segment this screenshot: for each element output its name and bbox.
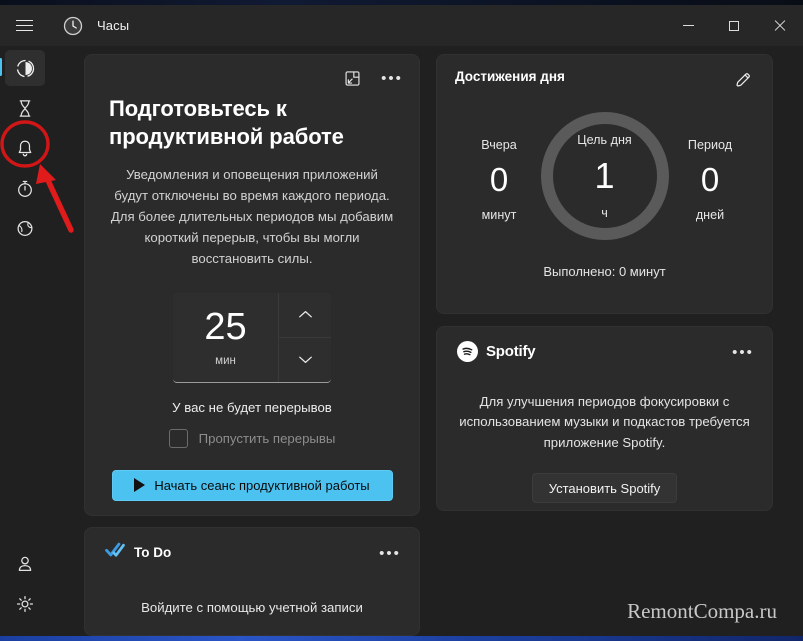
stat-yesterday-unit: минут [481, 208, 517, 222]
todo-checkmark-icon [105, 542, 125, 563]
spotify-overflow-dots: ••• [732, 343, 754, 361]
achievement-stats-row: Вчера 0 минут Цель дня 1 ч Период 0 дней [455, 110, 754, 242]
stopwatch-icon [15, 178, 35, 199]
stat-yesterday-label: Вчера [481, 138, 517, 152]
focus-overflow-dots: ••• [381, 69, 403, 87]
spotify-card: Spotify ••• Для улучшения периодов фокус… [436, 326, 773, 511]
hamburger-menu-icon[interactable] [0, 5, 48, 46]
todo-header: To Do [105, 542, 399, 563]
achievements-title: Достижения дня [455, 69, 565, 84]
stepper-buttons [279, 293, 331, 382]
skip-breaks-label: Пропустить перерывы [198, 430, 336, 446]
sidebar-item-stopwatch[interactable] [5, 170, 45, 206]
stat-streak-unit: дней [695, 208, 725, 222]
spotify-logo-icon [457, 341, 478, 362]
left-column: ••• Подготовьтесь к продуктивной работе … [84, 54, 420, 636]
sidebar-item-focus-sessions[interactable] [0, 50, 45, 86]
play-icon [134, 478, 146, 493]
globe-world-clock-icon [15, 218, 35, 239]
navigation-rail [0, 46, 50, 636]
sidebar-item-account[interactable] [5, 546, 45, 582]
start-focus-session-button[interactable]: Начать сеанс продуктивной работы [111, 469, 393, 501]
duration-stepper[interactable]: 25 мин [173, 292, 331, 383]
right-column: Достижения дня Вчера 0 минут Цель дня 1 … [436, 54, 773, 636]
stat-goal-value: 1 [594, 154, 615, 196]
sidebar-item-world-clock[interactable] [5, 210, 45, 246]
start-button-label: Начать сеанс продуктивной работы [154, 477, 370, 493]
sidebar-item-settings[interactable] [5, 586, 45, 622]
daily-goal-ring: Цель дня 1 ч [539, 110, 671, 242]
todo-title: To Do [134, 545, 172, 561]
todo-card: To Do ••• Войдите с помощью учетной запи… [84, 527, 420, 636]
more-options-icon[interactable]: ••• [377, 65, 407, 91]
skip-breaks-row[interactable]: Пропустить перерывы [109, 428, 395, 448]
title-bar: Часы [0, 5, 803, 46]
pencil-edit-icon[interactable] [728, 67, 758, 93]
maximize-button[interactable] [711, 5, 757, 46]
stat-goal-unit: ч [601, 205, 608, 220]
install-spotify-button[interactable]: Установить Spotify [531, 473, 678, 504]
desktop-bottom-strip [0, 636, 803, 641]
spotify-header: Spotify [457, 341, 752, 362]
spotify-brand: Spotify [486, 343, 536, 360]
spotify-more-options-icon[interactable]: ••• [728, 339, 758, 365]
person-account-icon [15, 554, 35, 574]
stat-streak-label: Период [687, 138, 733, 152]
todo-overflow-dots: ••• [379, 544, 401, 562]
sidebar-item-alarm[interactable] [5, 130, 45, 166]
sidebar-item-timer[interactable] [5, 90, 45, 126]
focus-card-actions: ••• [337, 65, 407, 91]
focus-card-description: Уведомления и оповещения приложений буду… [110, 167, 394, 266]
duration-unit: мин [215, 354, 236, 367]
todo-more-options-icon[interactable]: ••• [375, 540, 405, 566]
clock-app-window: Часы ••• Подготовьтесь к продуктивной ра… [0, 0, 803, 641]
spotify-button-wrapper: Установить Spotify [457, 453, 752, 504]
window-controls [665, 5, 803, 46]
stat-yesterday-value: 0 [489, 161, 509, 198]
focus-card-title: Подготовьтесь к продуктивной работе [109, 96, 344, 150]
achievements-completed-text: Выполнено: 0 минут [543, 264, 666, 279]
app-title: Часы [97, 18, 130, 33]
main-content: ••• Подготовьтесь к продуктивной работе … [50, 46, 803, 636]
minimize-button[interactable] [665, 5, 711, 46]
focus-session-card: ••• Подготовьтесь к продуктивной работе … [84, 54, 420, 517]
stat-goal-label: Цель дня [577, 132, 632, 147]
close-button[interactable] [757, 5, 803, 46]
daily-achievements-card: Достижения дня Вчера 0 минут Цель дня 1 … [436, 54, 773, 314]
chevron-up-icon[interactable] [279, 293, 331, 338]
duration-value-group: 25 мин [173, 292, 279, 382]
bell-alarm-icon [15, 138, 35, 159]
watermark: RemontCompa.ru [627, 599, 777, 623]
hourglass-timer-icon [15, 98, 35, 119]
focus-sessions-icon [15, 58, 36, 79]
mini-view-popout-icon[interactable] [337, 65, 367, 91]
gear-settings-icon [15, 594, 35, 614]
clock-icon [63, 16, 83, 36]
todo-signin-text: Войдите с помощью учетной записи [141, 600, 363, 616]
stat-streak: Период 0 дней [672, 110, 748, 222]
breaks-info-text: У вас не будет перерывов [172, 399, 332, 415]
stat-streak-value: 0 [700, 161, 720, 198]
skip-breaks-checkbox[interactable] [168, 428, 188, 448]
stat-yesterday: Вчера 0 минут [461, 110, 537, 222]
spotify-description: Для улучшения периодов фокусировки с исп… [459, 394, 750, 450]
duration-value: 25 [204, 305, 247, 348]
chevron-down-icon[interactable] [279, 337, 331, 382]
duration-spinner-wrapper: 25 мин [109, 292, 395, 383]
